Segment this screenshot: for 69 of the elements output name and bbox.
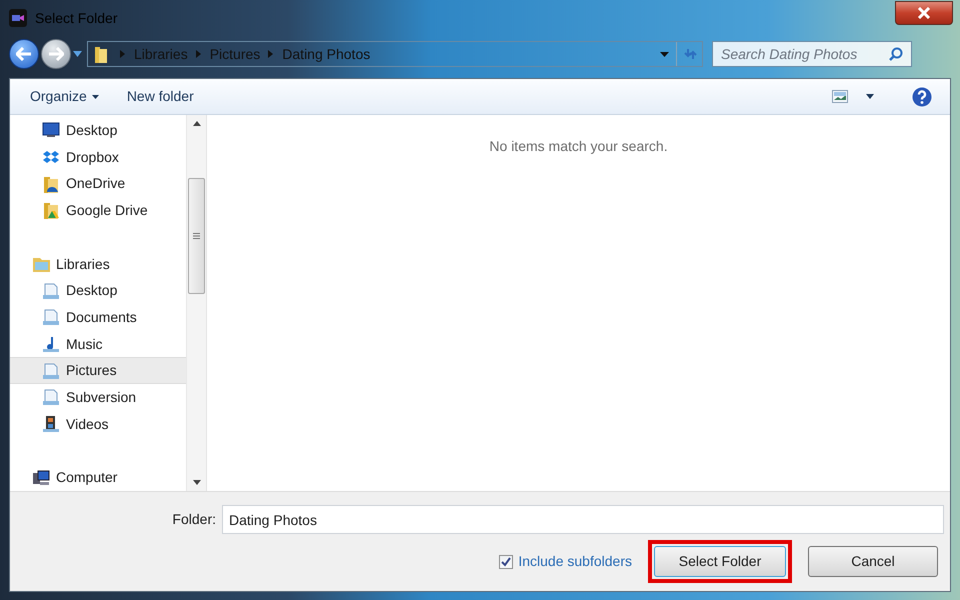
library-document-icon: [42, 282, 60, 300]
folder-cloud-icon: [42, 174, 60, 193]
nav-item[interactable]: Google Drive: [10, 197, 186, 224]
folder-triangle-icon: [42, 201, 60, 220]
include-subfolders-label[interactable]: Include subfolders: [518, 551, 632, 572]
nav-item[interactable]: Videos: [10, 410, 186, 438]
nav-label: OneDrive: [66, 174, 126, 194]
picture-view-icon[interactable]: [832, 90, 848, 103]
nav-label: Libraries: [56, 254, 110, 274]
library-folder-icon: [32, 255, 50, 274]
scroll-down-icon[interactable]: [192, 480, 200, 485]
nav-item[interactable]: Dropbox: [10, 144, 186, 170]
nav-label: Pictures: [66, 361, 117, 380]
dropbox-icon: [42, 148, 60, 166]
camera-icon: [9, 9, 27, 27]
organize-menu[interactable]: Organize: [22, 82, 107, 110]
nav-item[interactable]: Libraries: [10, 250, 186, 278]
empty-message: No items match your search.: [489, 137, 668, 154]
search-field[interactable]: Search Dating Photos: [712, 41, 912, 67]
close-button[interactable]: [895, 1, 953, 25]
nav-label: Desktop: [66, 120, 118, 140]
nav-label: Documents: [66, 308, 137, 327]
dialog-button[interactable]: Select Folder: [654, 546, 786, 577]
help-icon[interactable]: [912, 86, 932, 106]
library-document-icon: [42, 362, 60, 380]
monitor-icon: [42, 121, 60, 140]
new-folder-button[interactable]: New folder: [118, 82, 202, 110]
folder-icon: [94, 45, 108, 63]
nav-item[interactable]: Computer: [10, 464, 186, 492]
forward-button[interactable]: [41, 39, 71, 69]
window-title: Select Folder: [35, 8, 118, 28]
checkmark-icon: [501, 556, 512, 566]
music-note-icon: [42, 335, 60, 354]
dialog-button[interactable]: Cancel: [808, 546, 938, 577]
nav-label: Subversion: [66, 388, 136, 407]
caret-icon: [92, 94, 99, 98]
nav-item[interactable]: OneDrive: [10, 170, 186, 198]
nav-item[interactable]: Pictures: [10, 357, 186, 384]
nav-label: Music: [66, 334, 103, 354]
forward-arrow-icon: [48, 47, 64, 61]
back-arrow-icon: [16, 47, 32, 61]
refresh-arrows-icon: [682, 48, 698, 60]
library-document-icon: [42, 308, 60, 326]
library-document-icon: [42, 388, 60, 406]
dropdown-caret-icon[interactable]: [660, 52, 669, 56]
back-button[interactable]: [9, 39, 39, 69]
scrollbar[interactable]: [186, 115, 206, 491]
scroll-thumb[interactable]: [188, 178, 205, 294]
nav-label: Google Drive: [66, 200, 148, 220]
nav-label: Computer: [56, 468, 118, 488]
checkbox[interactable]: [499, 554, 514, 568]
nav-item[interactable]: Subversion: [10, 384, 186, 411]
folder-input[interactable]: Dating Photos: [222, 505, 944, 534]
film-icon: [42, 415, 60, 434]
caret-icon[interactable]: [866, 94, 874, 99]
dropdown-caret-icon[interactable]: [73, 51, 82, 57]
folder-label: Folder:: [172, 510, 216, 529]
nav-item[interactable]: Documents: [10, 304, 186, 331]
computer-icon: [32, 468, 50, 487]
grip-icon: [193, 233, 200, 239]
search-icon: [889, 47, 903, 61]
close-icon: [917, 7, 931, 19]
scroll-up-icon[interactable]: [192, 121, 200, 126]
nav-label: Dropbox: [66, 148, 119, 167]
nav-item[interactable]: Desktop: [10, 277, 186, 304]
nav-item[interactable]: Desktop: [10, 117, 186, 144]
nav-label: Desktop: [66, 281, 118, 300]
nav-label: Videos: [66, 414, 109, 434]
nav-item[interactable]: Music: [10, 330, 186, 358]
